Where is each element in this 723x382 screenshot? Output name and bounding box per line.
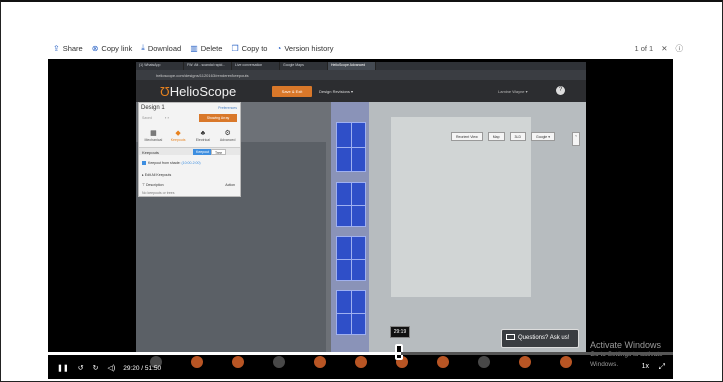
reorient-view-button[interactable]: Reorient View bbox=[451, 132, 483, 141]
tree-tool-button[interactable]: Tree bbox=[211, 149, 227, 155]
version-history-button[interactable]: ◔ Version history bbox=[276, 44, 333, 53]
forward-icon[interactable]: ↻ bbox=[93, 364, 99, 372]
fullscreen-icon[interactable]: ⤢ bbox=[659, 362, 665, 372]
tab-mechanical[interactable]: ▦ Mechanical bbox=[142, 129, 164, 142]
grid-icon: ▦ bbox=[150, 130, 157, 137]
edit-all-keepouts[interactable]: ▸ Edit All Keepouts bbox=[142, 173, 171, 177]
player-controls: ❚❚ ↺ ↻ ◁) 29:20 / 51:50 1x ⤢ bbox=[48, 358, 673, 378]
app-header: ƱHelioScope Save & Exit Design Revisions… bbox=[136, 80, 586, 102]
design-panel: Design 1 Preferences Saved ‹ › Showing A… bbox=[138, 102, 241, 197]
gear-icon: ⚙ bbox=[224, 130, 231, 137]
link-icon: ⊗ bbox=[91, 43, 99, 53]
solar-panel-array[interactable] bbox=[336, 122, 366, 172]
browser-tab[interactable]: (1) WhatsApp bbox=[136, 62, 184, 70]
browser-tab[interactable]: Live conversation bbox=[232, 62, 280, 70]
sun-icon: Ʊ bbox=[160, 84, 170, 99]
3ld-button[interactable]: 3LD bbox=[509, 132, 526, 141]
viewer-toolbar: ⇪ Share ⊗ Copy link ⤓ Download ▥ Delete ❐ Cop… bbox=[53, 40, 683, 56]
solar-panel-array[interactable] bbox=[336, 182, 366, 227]
user-menu[interactable]: Lamine Wayne ▾ bbox=[498, 86, 528, 97]
keepout-shade-checkbox[interactable]: Keepout from shade: (10:00-2:00) bbox=[142, 161, 201, 166]
progress-fill bbox=[48, 352, 402, 355]
help-icon[interactable]: ? bbox=[556, 86, 565, 95]
copy-icon: ❐ bbox=[231, 43, 239, 53]
save-exit-button[interactable]: Save & Exit bbox=[272, 86, 312, 97]
solar-panel-array[interactable] bbox=[336, 290, 366, 335]
column-action: Action bbox=[225, 183, 235, 187]
map-building bbox=[391, 117, 531, 297]
tab-advanced[interactable]: ⚙ Advanced bbox=[217, 129, 239, 142]
solar-panel-array[interactable] bbox=[336, 236, 366, 281]
tab-electrical[interactable]: ♣ Electrical bbox=[192, 129, 214, 142]
browser-tab[interactable]: Google Maps bbox=[280, 62, 328, 70]
volume-icon[interactable]: ◁) bbox=[107, 364, 115, 372]
browser-tab[interactable]: FW: Att - scandal rapid... bbox=[184, 62, 232, 70]
time-display: 29:20 / 51:50 bbox=[123, 364, 162, 372]
close-icon[interactable]: ✕ bbox=[661, 44, 667, 53]
info-icon[interactable]: ⓘ bbox=[676, 43, 684, 54]
delete-button[interactable]: ▥ Delete bbox=[190, 44, 222, 53]
google-layer-select[interactable]: Google ▾ bbox=[530, 132, 555, 141]
design-title: Design 1 bbox=[141, 105, 165, 111]
map-button[interactable]: Map bbox=[487, 132, 505, 141]
copy-to-button[interactable]: ❐ Copy to bbox=[231, 44, 267, 53]
page-count: 1 of 1 bbox=[634, 43, 654, 53]
keepout-tool-button[interactable]: Keepout bbox=[193, 149, 213, 155]
rewind-icon[interactable]: ↺ bbox=[78, 364, 84, 372]
history-nav[interactable]: ‹ › bbox=[165, 115, 169, 120]
saved-status: Saved bbox=[142, 116, 152, 120]
video-player[interactable]: (1) WhatsApp FW: Att - scandal rapid... … bbox=[48, 59, 673, 379]
design-revisions-menu[interactable]: Design Revisions ▾ bbox=[319, 86, 353, 97]
empty-keepouts: No keepouts or trees bbox=[142, 191, 175, 195]
progress-bar[interactable] bbox=[48, 352, 673, 355]
checkbox-icon bbox=[142, 161, 146, 166]
trash-icon: ▥ bbox=[190, 43, 198, 53]
show-array-button[interactable]: Showing Array bbox=[199, 114, 237, 122]
keepout-icon: ◆ bbox=[175, 130, 181, 137]
viewer-frame: ⇪ Share ⊗ Copy link ⤓ Download ▥ Delete ❐ Cop… bbox=[0, 0, 723, 382]
keepouts-header: Keepouts Keepout Tree bbox=[139, 147, 240, 155]
electrical-icon: ♣ bbox=[200, 130, 206, 137]
toolbar-right: 1 of 1 ✕ ⓘ bbox=[626, 40, 683, 56]
address-bar[interactable]: helioscope.com/designs/1120163/renderer/… bbox=[136, 70, 586, 80]
helioscope-logo[interactable]: ƱHelioScope bbox=[160, 84, 236, 99]
helioscope-app: ƱHelioScope Save & Exit Design Revisions… bbox=[136, 80, 586, 352]
browser-tab-active[interactable]: HelioScope Advanced bbox=[328, 62, 376, 70]
share-button[interactable]: ⇪ Share bbox=[53, 44, 83, 53]
download-button[interactable]: ⤓ Download bbox=[141, 43, 181, 53]
map-view-controls: Reorient View Map 3LD Google ▾ bbox=[446, 132, 555, 141]
share-icon: ⇪ bbox=[53, 43, 60, 53]
tab-keepouts[interactable]: ◆ Keepouts bbox=[167, 129, 189, 142]
envelope-icon bbox=[506, 334, 515, 341]
seek-time-tooltip: 29:19 bbox=[390, 326, 410, 338]
playback-speed[interactable]: 1x bbox=[642, 363, 649, 370]
design-tool-tabs: ▦ Mechanical ◆ Keepouts ♣ Electrical ⚙ Advan… bbox=[141, 127, 240, 144]
browser-tab-bar: (1) WhatsApp FW: Att - scandal rapid... … bbox=[136, 62, 586, 70]
pause-icon[interactable]: ❚❚ bbox=[57, 364, 69, 372]
questions-chat-button[interactable]: Questions? Ask us! bbox=[501, 329, 579, 348]
copy-link-button[interactable]: ⊗ Copy link bbox=[92, 44, 133, 53]
collapse-icon[interactable]: ‹ bbox=[572, 132, 580, 146]
preferences-link[interactable]: Preferences bbox=[218, 106, 237, 110]
column-description: ⊤ Description bbox=[142, 183, 164, 187]
download-icon: ⤓ bbox=[141, 43, 145, 52]
history-icon: ◔ bbox=[276, 43, 282, 53]
